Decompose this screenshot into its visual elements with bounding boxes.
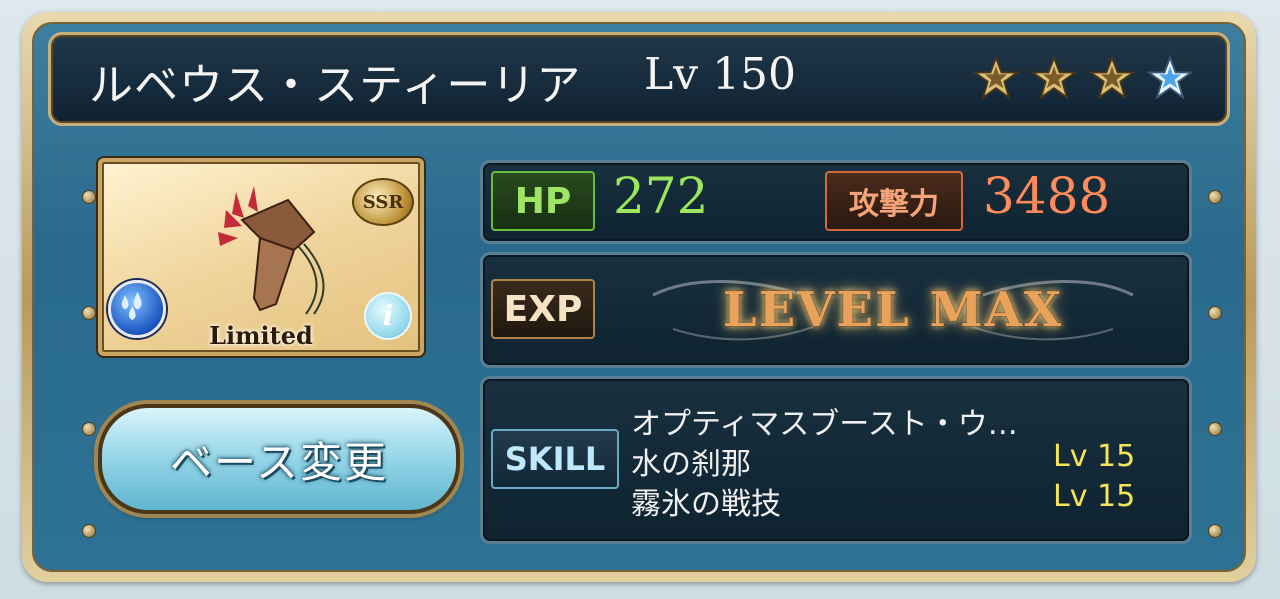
rivet-icon bbox=[1208, 306, 1222, 320]
star-icon-gold bbox=[973, 55, 1019, 101]
weapon-art bbox=[218, 186, 325, 315]
stats-panel: HP 272 攻撃力 3488 bbox=[480, 160, 1192, 244]
skill-label: SKILL bbox=[491, 429, 619, 489]
uncap-stars bbox=[973, 55, 1193, 101]
rivet-icon bbox=[82, 190, 96, 204]
attack-label: 攻撃力 bbox=[825, 171, 963, 231]
rarity-badge: SSR bbox=[352, 178, 414, 226]
rivet-icon bbox=[82, 524, 96, 538]
rivet-icon bbox=[1208, 190, 1222, 204]
level-max-status: LEVEL MAX bbox=[722, 282, 1064, 338]
attack-value: 3488 bbox=[983, 167, 1111, 225]
star-icon-blue bbox=[1147, 55, 1193, 101]
rivet-icon bbox=[1208, 422, 1222, 436]
star-icon-gold bbox=[1089, 55, 1135, 101]
base-change-button[interactable]: ベース変更 bbox=[98, 404, 460, 514]
star-icon-gold bbox=[1031, 55, 1077, 101]
skill-panel: SKILL オプティマスブースト・ウ… 水の刹那 Lv 15 霧氷の戦技 Lv … bbox=[480, 376, 1192, 544]
hp-value: 272 bbox=[613, 167, 709, 225]
skill-name: オプティマスブースト・ウ… bbox=[631, 407, 1018, 442]
hp-label: HP bbox=[491, 171, 595, 231]
skill-level: Lv 15 bbox=[1053, 439, 1136, 474]
exp-panel: EXP LEVEL MAX bbox=[480, 252, 1192, 368]
weapon-level: Lv 150 bbox=[644, 49, 797, 100]
rivet-icon bbox=[82, 422, 96, 436]
rivet-icon bbox=[82, 306, 96, 320]
skill-name: 水の刹那 bbox=[631, 447, 751, 482]
weapon-portrait[interactable]: SSR i Limited bbox=[98, 158, 424, 356]
weapon-info-card: ルベウス・スティーリア Lv 150 SSR i Limited ベース変更 H… bbox=[22, 12, 1256, 582]
weapon-name: ルベウス・スティーリア bbox=[89, 60, 582, 111]
skill-level: Lv 15 bbox=[1053, 479, 1136, 514]
title-bar: ルベウス・スティーリア Lv 150 bbox=[48, 32, 1230, 126]
limited-label: Limited bbox=[209, 321, 313, 350]
card-body: ルベウス・スティーリア Lv 150 SSR i Limited ベース変更 H… bbox=[32, 22, 1246, 572]
skill-name: 霧氷の戦技 bbox=[631, 487, 781, 522]
rivet-icon bbox=[1208, 524, 1222, 538]
exp-label: EXP bbox=[491, 279, 595, 339]
